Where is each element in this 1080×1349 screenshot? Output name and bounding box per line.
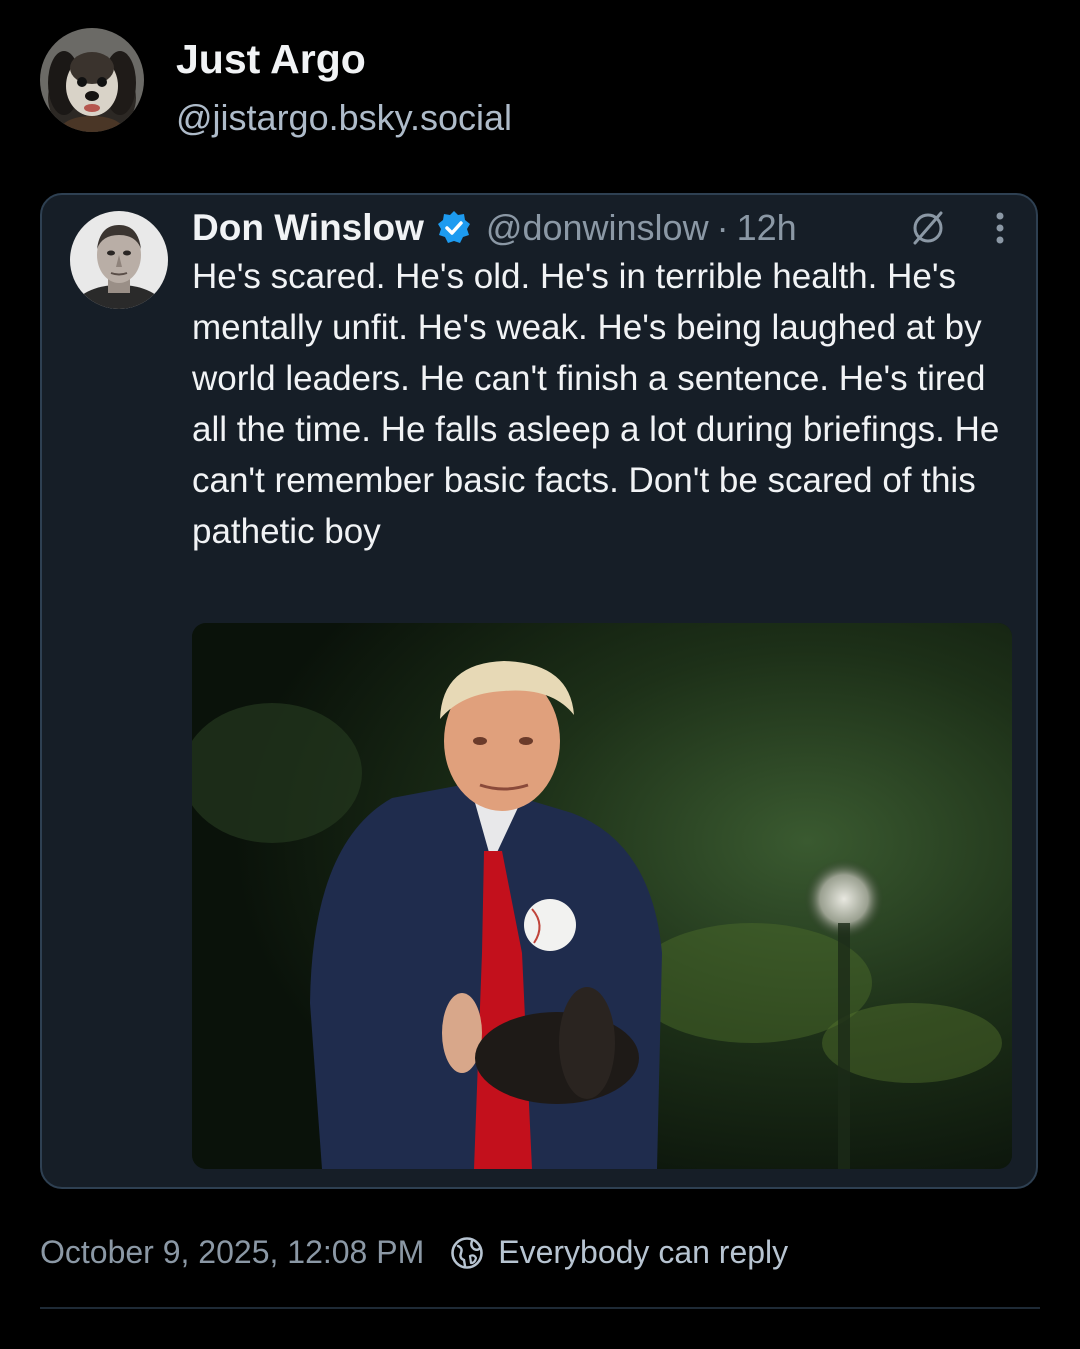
author-meta: Just Argo @jistargo.bsky.social xyxy=(176,36,512,138)
quoted-author-avatar[interactable] xyxy=(70,211,168,309)
quoted-post-card[interactable]: Don Winslow @donwinslow · 12h He's scare… xyxy=(40,193,1038,1189)
quoted-post-media[interactable] xyxy=(192,623,1012,1169)
footer-divider xyxy=(40,1307,1040,1309)
post-footer: October 9, 2025, 12:08 PM Everybody can … xyxy=(40,1234,788,1271)
photo-man-catching-baseball xyxy=(192,623,1012,1169)
quoted-post-time[interactable]: 12h xyxy=(737,207,797,249)
post-date[interactable]: October 9, 2025, 12:08 PM xyxy=(40,1234,424,1271)
author-name[interactable]: Just Argo xyxy=(176,36,512,82)
man-portrait-avatar-icon xyxy=(70,211,168,309)
reply-setting[interactable]: Everybody can reply xyxy=(498,1234,788,1271)
globe-icon xyxy=(451,1236,484,1269)
more-options-icon[interactable] xyxy=(994,210,1006,246)
verified-check-icon xyxy=(437,211,470,243)
author-avatar[interactable] xyxy=(40,28,144,132)
post-header: Just Argo @jistargo.bsky.social xyxy=(40,28,512,138)
grok-icon[interactable] xyxy=(908,208,948,248)
quoted-author-name[interactable]: Don Winslow xyxy=(192,207,424,249)
meta-separator: · xyxy=(716,207,729,248)
dog-avatar-icon xyxy=(40,28,144,132)
quoted-post-text: He's scared. He's old. He's in terrible … xyxy=(192,257,1000,551)
author-handle[interactable]: @jistargo.bsky.social xyxy=(176,98,512,138)
quoted-author-handle[interactable]: @donwinslow xyxy=(486,207,709,249)
quoted-post-header: Don Winslow @donwinslow · 12h xyxy=(192,203,1006,253)
